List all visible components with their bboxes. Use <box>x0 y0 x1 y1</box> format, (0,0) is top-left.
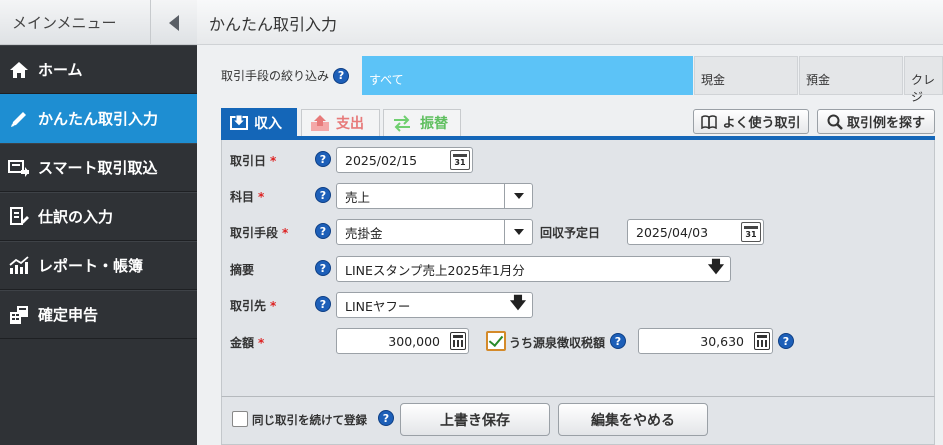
save-button[interactable]: 上書き保存 <box>400 403 550 436</box>
filter-tab-all[interactable]: すべて <box>362 56 693 95</box>
sidebar-item-journal[interactable]: 仕訳の入力 <box>0 192 197 241</box>
dropdown-button[interactable]: 🡇 <box>702 257 730 281</box>
account-select[interactable]: 売上 <box>336 183 533 209</box>
favorites-button-label: よく使う取引 <box>722 116 801 131</box>
chevron-down-icon <box>513 229 524 235</box>
sidebar-item-label: かんたん取引入力 <box>38 110 159 128</box>
tab-income[interactable]: 収入 <box>221 108 297 138</box>
help-icon[interactable]: ? <box>378 410 394 426</box>
search-examples-button[interactable]: 取引例を探す <box>817 109 935 134</box>
pencil-icon <box>8 108 30 130</box>
cancel-edit-button[interactable]: 編集をやめる <box>558 403 708 436</box>
tab-transfer-label: 振替 <box>420 116 448 132</box>
sidebar-item-smart-import[interactable]: スマート取引取込 <box>0 143 197 192</box>
tab-income-label: 収入 <box>254 116 282 132</box>
withholding-label: うち源泉徴収税額 <box>509 336 606 350</box>
partner-label: 取引先 * <box>230 299 277 313</box>
sidebar-item-easy-entry[interactable]: かんたん取引入力 <box>0 94 197 143</box>
help-icon[interactable]: ? <box>315 223 331 239</box>
help-icon[interactable]: ? <box>315 151 331 167</box>
page-title: かんたん取引入力 <box>209 15 338 34</box>
sidebar-title: メインメニュー <box>12 14 117 32</box>
date-label: 取引日 * <box>230 154 277 168</box>
amount-label: 金額 * <box>230 336 265 350</box>
chevron-down-icon <box>513 193 524 199</box>
filter-tab-deposit[interactable]: 預金 <box>799 56 903 95</box>
income-tray-icon <box>230 114 248 132</box>
arrow-down-icon: 🡇 <box>707 256 725 276</box>
date-field[interactable]: 2025/02/15 31 <box>336 147 473 173</box>
report-chart-icon <box>8 255 30 277</box>
collect-date-label: 回収予定日 <box>540 226 601 240</box>
sidebar-collapse-button[interactable] <box>150 0 197 45</box>
transfer-arrows-icon <box>392 114 412 132</box>
calendar-icon[interactable]: 31 <box>741 222 761 242</box>
memo-field[interactable]: LINEスタンプ売上2025年1月分 🡇 <box>336 256 731 282</box>
sidebar-item-tax-return[interactable]: 確定申告 <box>0 290 197 339</box>
sidebar-item-label: レポート・帳簿 <box>38 257 144 275</box>
search-icon <box>827 114 843 130</box>
amount-value: 300,000 <box>388 333 440 349</box>
home-icon <box>8 59 30 81</box>
filter-label: 取引手段の絞り込み ? <box>221 67 350 84</box>
account-value: 売上 <box>345 189 371 205</box>
method-select[interactable]: 売掛金 <box>336 219 533 245</box>
filter-tab-cash[interactable]: 現金 <box>694 56 798 95</box>
withholding-checkbox[interactable] <box>486 331 506 351</box>
chevron-left-icon <box>169 14 179 31</box>
partner-field[interactable]: LINEヤフー 🡇 <box>336 292 533 318</box>
filter-tab-credit[interactable]: クレジ <box>904 56 943 104</box>
tab-expense-label: 支出 <box>336 116 364 132</box>
collect-date-value: 2025/04/03 <box>636 224 709 240</box>
method-label: 取引手段 * <box>230 226 289 240</box>
sidebar-item-reports[interactable]: レポート・帳簿 <box>0 241 197 290</box>
book-icon <box>701 114 718 129</box>
help-icon[interactable]: ? <box>315 260 331 276</box>
help-icon[interactable]: ? <box>333 67 350 84</box>
calculator-icon[interactable] <box>450 332 466 350</box>
continue-checkbox[interactable] <box>232 411 248 427</box>
calendar-icon[interactable]: 31 <box>450 150 470 170</box>
withholding-value: 30,630 <box>700 333 744 349</box>
arrow-down-icon: 🡇 <box>509 292 527 312</box>
help-icon[interactable]: ? <box>778 333 794 349</box>
calculator-icon[interactable] <box>754 332 770 350</box>
dropdown-button[interactable]: 🡇 <box>504 293 532 317</box>
tab-transfer[interactable]: 振替 <box>383 109 461 137</box>
method-value: 売掛金 <box>345 225 383 241</box>
dropdown-button[interactable] <box>504 184 532 208</box>
dropdown-button[interactable] <box>504 220 532 244</box>
import-icon <box>8 157 30 179</box>
help-icon[interactable]: ? <box>610 333 626 349</box>
partner-value: LINEヤフー <box>345 298 411 314</box>
memo-label: 摘要 <box>230 263 255 277</box>
collect-date-field[interactable]: 2025/04/03 31 <box>627 219 764 245</box>
sidebar-item-home[interactable]: ホーム <box>0 45 197 94</box>
date-value: 2025/02/15 <box>345 152 418 168</box>
page-header: かんたん取引入力 <box>197 0 943 45</box>
sidebar-item-label: 確定申告 <box>38 306 99 324</box>
sidebar-item-label: 仕訳の入力 <box>38 208 114 226</box>
sidebar: メインメニュー ホーム かんたん取引入力 スマート取引取込 仕訳の入力 レポート… <box>0 0 197 445</box>
sidebar-header: メインメニュー <box>0 0 197 45</box>
search-examples-button-label: 取引例を探す <box>846 116 925 131</box>
amount-field[interactable]: 300,000 <box>336 328 469 354</box>
journal-icon <box>8 206 30 228</box>
withholding-amount-field[interactable]: 30,630 <box>638 328 773 354</box>
help-icon[interactable]: ? <box>315 296 331 312</box>
account-label: 科目 * <box>230 190 265 204</box>
favorites-button[interactable]: よく使う取引 <box>693 109 809 134</box>
sidebar-item-label: ホーム <box>38 61 83 79</box>
filter-label-text: 取引手段の絞り込み <box>221 69 330 83</box>
sidebar-item-label: スマート取引取込 <box>38 159 158 177</box>
expense-tray-icon <box>310 114 330 132</box>
tax-return-icon <box>8 304 30 326</box>
help-icon[interactable]: ? <box>315 187 331 203</box>
continue-label: 同じ取引を続けて登録 <box>252 413 367 427</box>
tab-expense[interactable]: 支出 <box>301 109 380 137</box>
memo-value: LINEスタンプ売上2025年1月分 <box>345 262 525 278</box>
